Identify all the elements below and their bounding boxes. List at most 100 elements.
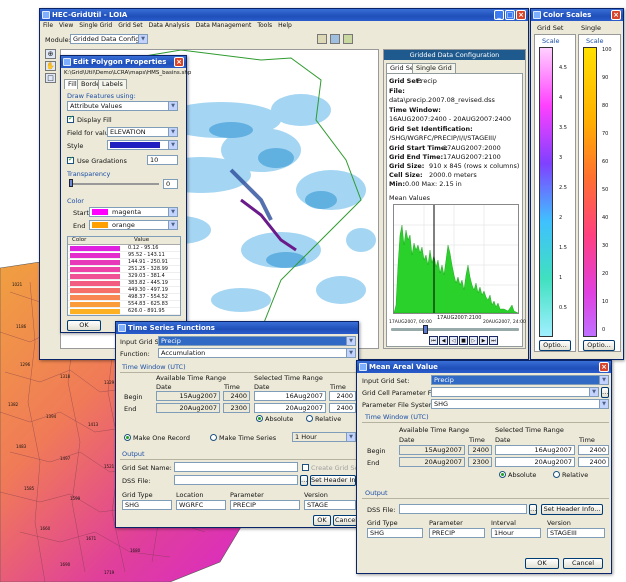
mav-grid-type-label: Grid Type	[367, 519, 398, 527]
toolbar-icon-export[interactable]	[343, 34, 353, 44]
mav-gcp-select[interactable]: ▼	[431, 387, 599, 397]
select-icon[interactable]: □	[45, 73, 56, 83]
ts-grid-set-name-field[interactable]	[174, 462, 298, 472]
mav-sel-end-date[interactable]: 20Aug2007	[495, 457, 575, 467]
pan-icon[interactable]: ✋	[45, 61, 56, 71]
single-options-button[interactable]: Optio...	[583, 340, 615, 351]
field-values-select[interactable]: ELEVATION ▼	[107, 127, 178, 137]
table-row[interactable]: 554.83 - 625.83	[68, 301, 180, 308]
first-frame-icon[interactable]: ⏮	[429, 336, 438, 345]
menu-file[interactable]: File	[43, 22, 53, 29]
table-row[interactable]: 498.37 - 554.52	[68, 294, 180, 301]
mav-pfs-select[interactable]: SHG ▼	[431, 399, 609, 409]
maximize-icon[interactable]: □	[505, 10, 515, 20]
menu-tools[interactable]: Tools	[257, 22, 272, 29]
mav-input-select[interactable]: Precip ▼	[431, 375, 609, 385]
mav-relative-radio[interactable]	[553, 471, 560, 478]
menu-data-management[interactable]: Data Management	[196, 22, 252, 29]
step-back-icon[interactable]: ◀	[439, 336, 448, 345]
time-slider-thumb[interactable]	[423, 325, 428, 334]
close-icon[interactable]: ×	[611, 10, 621, 20]
menu-grid-set[interactable]: Grid Set	[118, 22, 142, 29]
step-forward-icon[interactable]: ▶	[479, 336, 488, 345]
minimize-icon[interactable]: _	[494, 10, 504, 20]
ts-relative-radio[interactable]	[306, 415, 313, 422]
table-row[interactable]: 251.25 - 328.99	[68, 266, 180, 273]
ts-version-field[interactable]: STAGE	[304, 500, 356, 510]
ts-grid-type-field[interactable]: SHG	[122, 500, 172, 510]
table-row[interactable]: 144.91 - 250.91	[68, 259, 180, 266]
ts-browse-button[interactable]: …	[300, 475, 308, 486]
ts-one-record-radio[interactable]	[124, 434, 131, 441]
polygon-ok-button[interactable]: OK	[67, 320, 101, 331]
transparency-slider[interactable]	[69, 183, 159, 185]
mav-absolute-radio[interactable]	[499, 471, 506, 478]
table-row[interactable]: 383.82 - 445.19	[68, 280, 180, 287]
module-select[interactable]: Gridded Data Configuration▼	[70, 34, 148, 44]
ts-dss-file-field[interactable]	[174, 475, 298, 485]
menu-single-grid[interactable]: Single Grid	[79, 22, 112, 29]
single-scale-tab[interactable]: Single	[581, 24, 601, 32]
ts-function-select[interactable]: Accumulation ▼	[158, 348, 356, 358]
ts-location-field[interactable]: WGRFC	[176, 500, 226, 510]
ts-sel-begin-time[interactable]: 2400	[329, 391, 356, 401]
table-row[interactable]: 0.12 - 95.16	[68, 245, 180, 252]
tab-labels[interactable]: Labels	[98, 79, 127, 89]
last-frame-icon[interactable]: ⏭	[489, 336, 498, 345]
color-swatch	[70, 281, 120, 286]
mav-sel-end-time[interactable]: 2400	[578, 457, 609, 467]
tab-single-grid[interactable]: Single Grid	[412, 63, 456, 73]
ts-time-series-radio[interactable]	[210, 434, 217, 441]
style-select[interactable]: ▼	[107, 140, 178, 150]
table-row[interactable]: 329.03 - 381.4	[68, 273, 180, 280]
start-color-select[interactable]: magenta ▼	[89, 207, 178, 217]
gradations-field[interactable]: 10	[147, 155, 178, 165]
mav-dss-file-field[interactable]	[399, 504, 527, 514]
use-gradations-checkbox[interactable]	[67, 155, 74, 164]
ts-input-select[interactable]: Precip ▼	[158, 336, 356, 346]
time-slider[interactable]	[391, 328, 519, 331]
play-back-icon[interactable]: ◁	[449, 336, 458, 345]
ts-create-grid-set-checkbox[interactable]	[302, 464, 309, 471]
transparency-field[interactable]: 0	[163, 179, 178, 189]
ts-ok-button[interactable]: OK	[313, 515, 331, 526]
grid-set-options-button[interactable]: Optio...	[539, 340, 571, 351]
ts-set-header-button[interactable]: Set Header Info...	[310, 475, 368, 486]
toolbar-icon-print[interactable]	[330, 34, 340, 44]
mav-version-field[interactable]: STAGEIII	[547, 528, 605, 538]
ts-sel-begin-date[interactable]: 16Aug2007	[254, 391, 326, 401]
close-icon[interactable]: ×	[174, 57, 184, 67]
menu-data-analysis[interactable]: Data Analysis	[149, 22, 190, 29]
table-row[interactable]: 449.30 - 497.19	[68, 287, 180, 294]
transparency-thumb[interactable]	[69, 179, 73, 187]
toolbar-icon-save[interactable]	[317, 34, 327, 44]
close-icon[interactable]: ×	[599, 362, 609, 372]
table-row[interactable]: 626.0 - 891.95	[68, 308, 180, 315]
mav-ok-button[interactable]: OK	[525, 558, 559, 569]
display-fill-checkbox[interactable]	[67, 114, 74, 123]
mav-grid-type-field[interactable]: SHG	[367, 528, 423, 538]
close-icon[interactable]: ×	[516, 10, 526, 20]
ts-sel-end-date[interactable]: 20Aug2007	[254, 403, 326, 413]
end-color-select[interactable]: orange ▼	[89, 220, 178, 230]
draw-features-select[interactable]: Attribute Values ▼	[67, 101, 178, 111]
ts-sel-end-time[interactable]: 2400	[329, 403, 356, 413]
stop-icon[interactable]: ■	[459, 336, 468, 345]
zoom-icon[interactable]: ⊕	[45, 49, 56, 59]
play-icon[interactable]: ▷	[469, 336, 478, 345]
ts-interval-select[interactable]: 1 Hour ▼	[292, 432, 356, 442]
grid-set-scale-tab[interactable]: Grid Set	[537, 24, 563, 32]
mav-set-header-button[interactable]: Set Header Info...	[541, 504, 603, 515]
menu-view[interactable]: View	[59, 22, 73, 29]
ts-absolute-radio[interactable]	[256, 415, 263, 422]
mav-cancel-button[interactable]: Cancel	[563, 558, 603, 569]
table-row[interactable]: 95.52 - 143.11	[68, 252, 180, 259]
mav-sel-begin-time[interactable]: 2400	[578, 445, 609, 455]
menu-help[interactable]: Help	[278, 22, 292, 29]
ts-parameter-field[interactable]: PRECIP	[230, 500, 300, 510]
mav-browse-button[interactable]: …	[529, 504, 537, 515]
mav-interval-field[interactable]: 1Hour	[491, 528, 541, 538]
mav-parameter-field[interactable]: PRECIP	[429, 528, 485, 538]
mav-sel-begin-date[interactable]: 16Aug2007	[495, 445, 575, 455]
mav-gcp-browse-button[interactable]: …	[601, 387, 609, 398]
